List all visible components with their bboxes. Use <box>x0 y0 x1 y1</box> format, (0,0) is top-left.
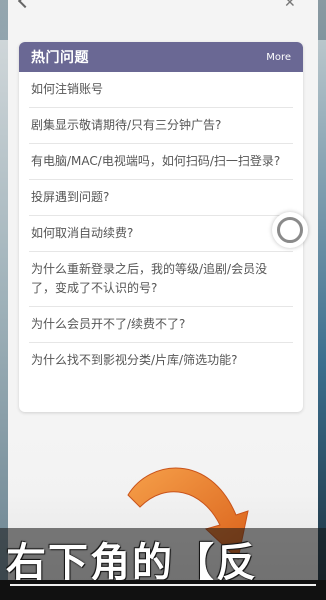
faq-item-pc-tv-login[interactable]: 有电脑/MAC/电视端吗，如何扫码/扫一扫登录? <box>29 144 293 180</box>
floating-assistive-ball-icon[interactable] <box>272 212 308 248</box>
more-link[interactable]: More <box>266 52 291 63</box>
close-icon[interactable]: ✕ <box>284 0 298 10</box>
faq-card: 热门问题 More 如何注销账号 剧集显示敬请期待/只有三分钟广告? 有电脑/M… <box>19 42 303 412</box>
float-ball-ring <box>277 217 303 243</box>
faq-item-coming-soon[interactable]: 剧集显示敬请期待/只有三分钟广告? <box>29 108 293 144</box>
faq-item-cannot-subscribe[interactable]: 为什么会员开不了/续费不了? <box>29 307 293 343</box>
bottom-bar <box>0 580 326 600</box>
faq-item-lost-membership[interactable]: 为什么重新登录之后，我的等级/追剧/会员没了，变成了不认识的号? <box>29 252 293 307</box>
faq-list: 如何注销账号 剧集显示敬请期待/只有三分钟广告? 有电脑/MAC/电视端吗，如何… <box>19 72 303 378</box>
faq-card-header: 热门问题 More <box>19 42 303 72</box>
faq-item-cancel-account[interactable]: 如何注销账号 <box>29 72 293 108</box>
top-bar <box>8 0 318 12</box>
faq-title: 热门问题 <box>31 50 89 66</box>
faq-item-missing-categories[interactable]: 为什么找不到影视分类/片库/筛选功能? <box>29 343 293 378</box>
faq-item-auto-renew[interactable]: 如何取消自动续费? <box>29 216 293 252</box>
faq-item-casting[interactable]: 投屏遇到问题? <box>29 180 293 216</box>
